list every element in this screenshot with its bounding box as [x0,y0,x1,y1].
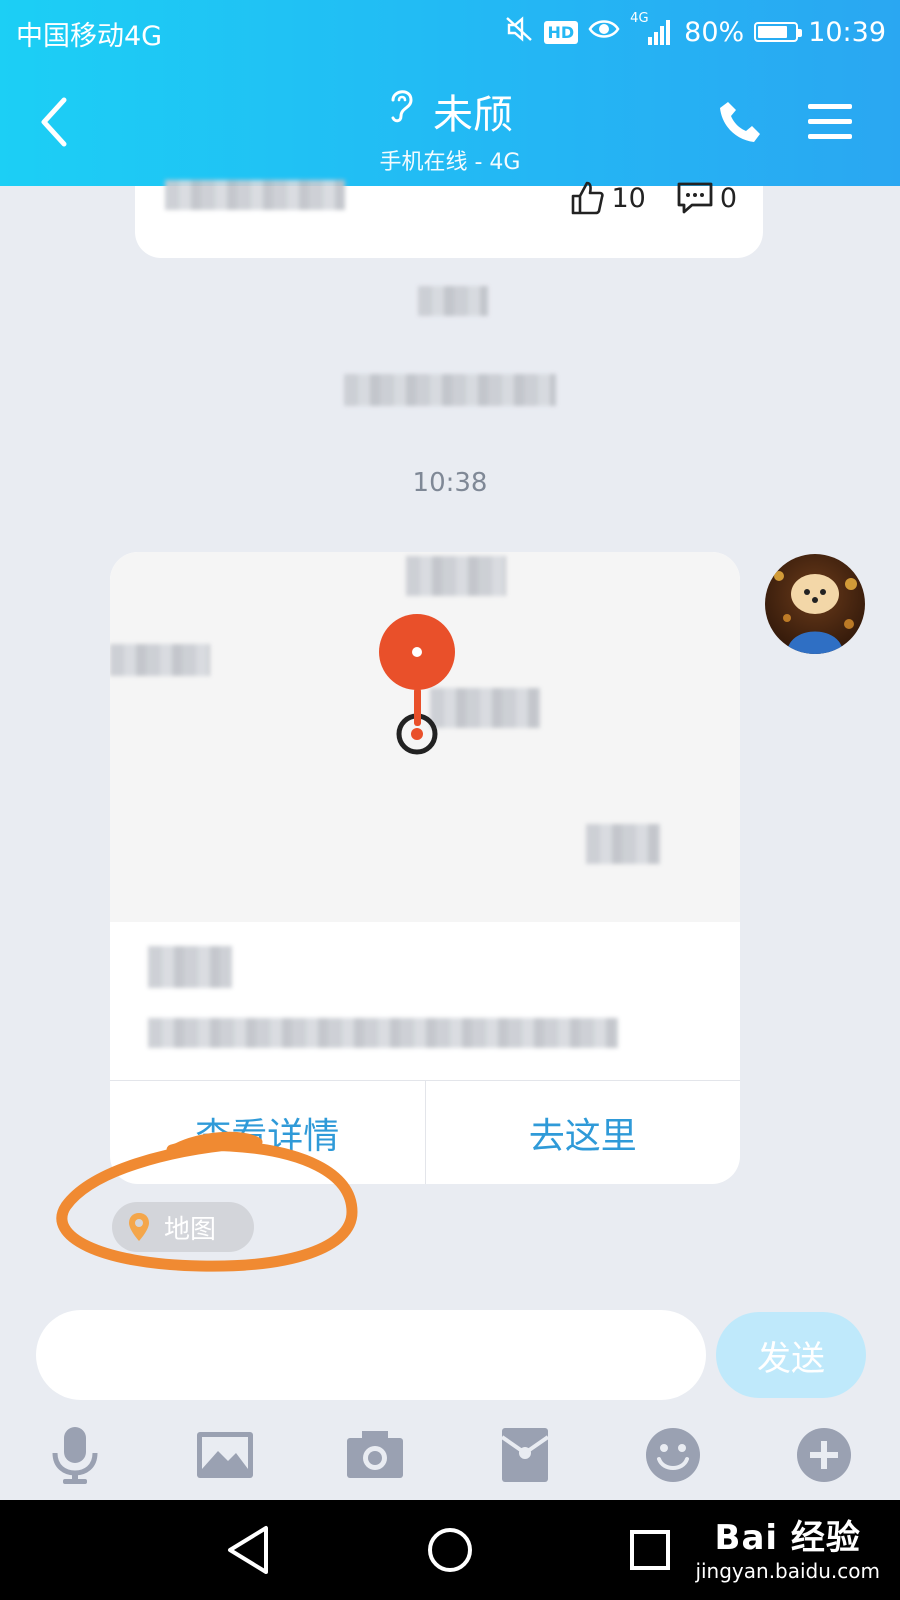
avatar-image [765,554,865,654]
location-actions: 查看详情 去这里 [110,1080,740,1184]
system-nav-bar: Bai 经验 jingyan.baidu.com [0,1500,900,1600]
camera-icon [347,1431,403,1478]
comment-count-value: 0 [719,182,737,214]
location-pin-icon [129,1213,149,1241]
carrier-label: 中国移动4G [16,21,163,52]
triangle-back-icon [228,1526,268,1574]
battery-icon [754,22,803,42]
hd-badge: HD [543,20,579,44]
plus-icon [797,1428,851,1482]
comment-count[interactable]: 0 [676,180,737,216]
blurred-address [148,1018,618,1048]
view-details-button[interactable]: 查看详情 [110,1081,425,1184]
input-toolbar [0,1420,900,1510]
emoji-icon [646,1428,700,1482]
send-button[interactable]: 发送 [716,1312,866,1398]
phone-icon [720,102,760,142]
hamburger-icon [808,104,852,139]
blurred-system-message [344,374,556,406]
eye-icon [588,17,620,48]
status-bar: 中国移动4G HD 4G 80% 10:39 [0,0,900,64]
location-address [110,922,740,1080]
menu-button[interactable] [806,98,854,146]
avatar[interactable] [765,554,865,654]
microphone-icon [52,1427,98,1484]
red-packet-icon [501,1428,549,1482]
status-icons: HD 4G 80% 10:39 [504,10,886,54]
watermark-brand: Bai 经验 [714,1518,861,1558]
blurred-place-name [148,946,232,988]
blurred-map-label [586,824,660,864]
blurred-map-label [406,556,506,596]
map-preview[interactable] [110,552,740,922]
contact-name: 未颀 [433,92,513,138]
thumbs-up-icon [572,181,605,215]
more-button[interactable] [789,1420,859,1490]
go-here-button[interactable]: 去这里 [424,1081,741,1184]
nav-back-button[interactable] [222,1522,278,1578]
signal-icon: 4G [630,11,674,47]
clock: 10:39 [808,16,886,48]
location-message-card[interactable]: 查看详情 去这里 [110,552,740,1184]
shared-post-card[interactable]: 10 0 [135,180,763,258]
blurred-map-label [110,644,210,676]
square-recents-icon [630,1530,670,1570]
baidu-watermark: Bai 经验 jingyan.baidu.com [695,1510,880,1583]
nav-home-button[interactable] [422,1522,478,1578]
mute-icon [504,14,534,51]
online-status: 手机在线 - 4G [379,150,521,175]
image-button[interactable] [190,1420,260,1490]
comment-icon [677,182,713,214]
map-pin-icon [379,614,455,755]
map-tag-label: 地图 [164,1214,217,1245]
battery-percent: 80% [684,16,745,48]
battery-level [758,26,787,38]
image-icon [197,1432,253,1478]
blurred-text [165,180,345,210]
ear-icon [387,86,415,136]
conversation-title[interactable]: 未颀 手机在线 - 4G [0,82,900,176]
map-source-tag[interactable]: 地图 [112,1202,254,1252]
camera-button[interactable] [340,1420,410,1490]
blurred-system-message [418,286,488,316]
like-count[interactable]: 10 [569,180,646,216]
chat-header: 中国移动4G HD 4G 80% 10:39 未颀 手机在线 - 4G [0,0,900,186]
emoji-button[interactable] [638,1420,708,1490]
like-count-value: 10 [611,182,646,214]
nav-recents-button[interactable] [622,1522,678,1578]
circle-home-icon [428,1528,472,1572]
watermark-url: jingyan.baidu.com [695,1559,880,1583]
red-packet-button[interactable] [490,1420,560,1490]
message-input[interactable] [36,1310,706,1400]
post-stats: 10 0 [569,180,737,216]
call-button[interactable] [716,98,764,146]
message-timestamp: 10:38 [412,468,488,498]
voice-button[interactable] [40,1420,110,1490]
